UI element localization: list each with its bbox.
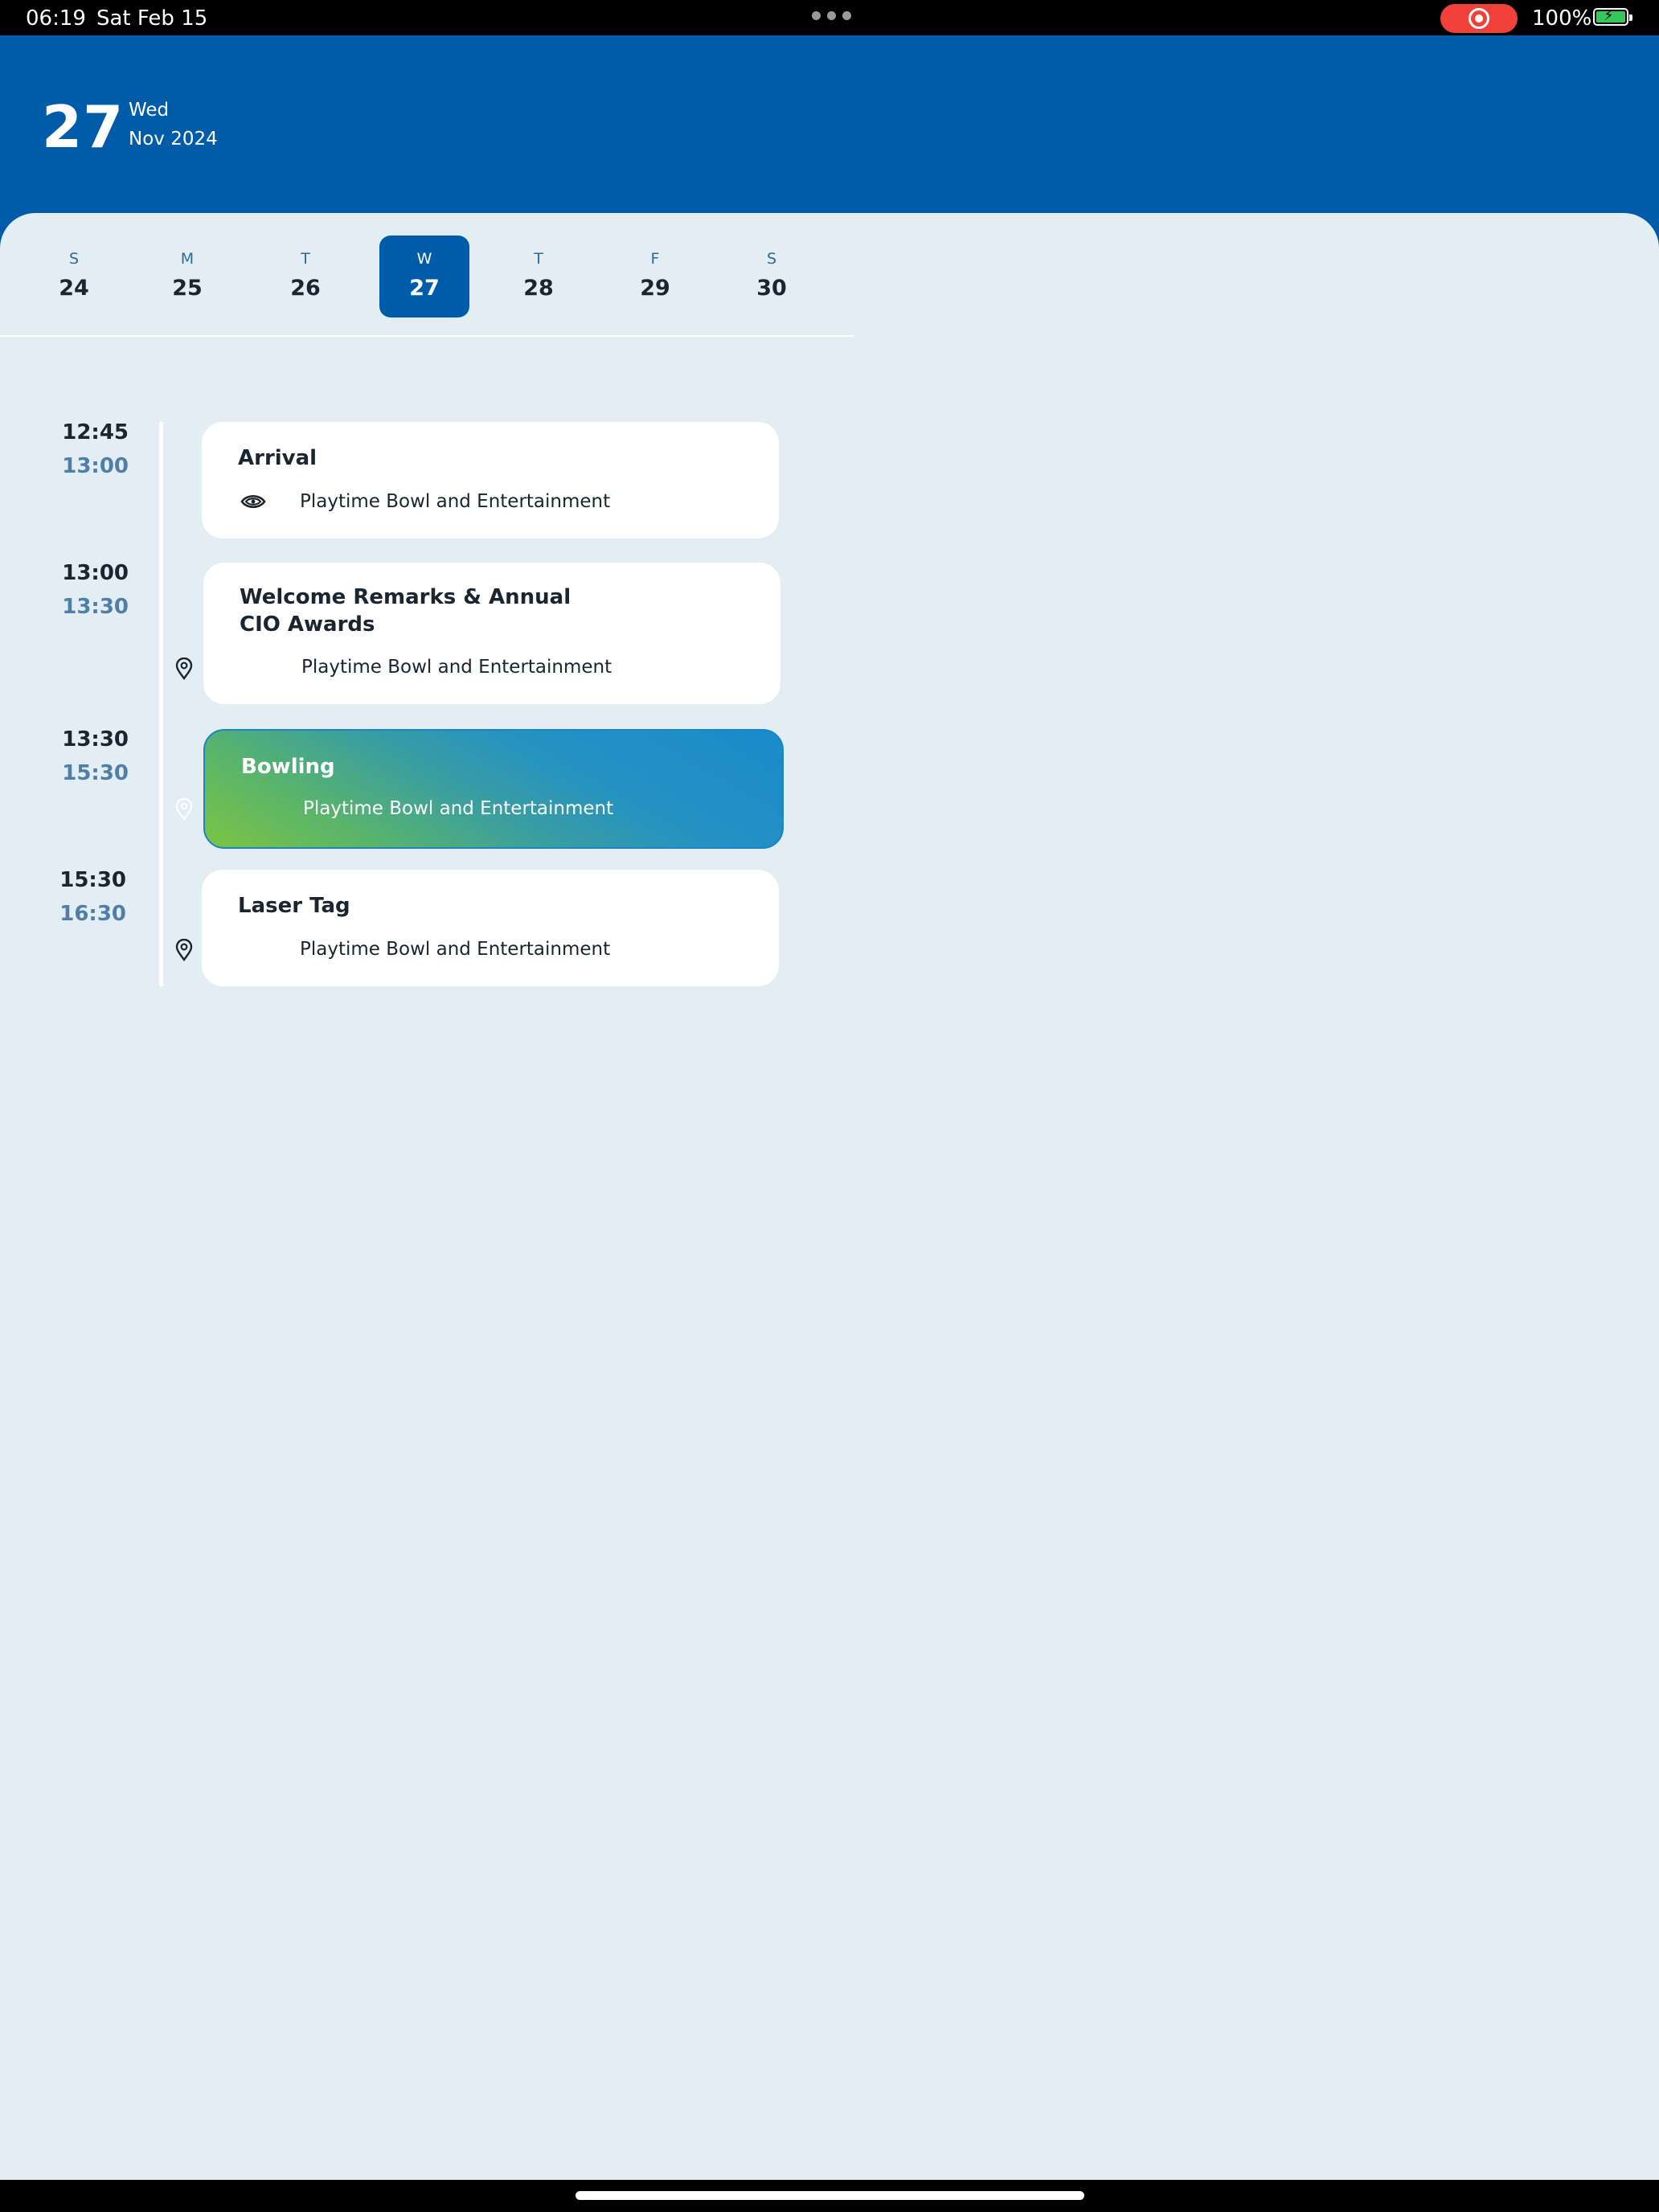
battery-icon: ⚡ bbox=[1593, 7, 1632, 26]
event-start-time: 13:30 bbox=[62, 727, 129, 752]
event-title: Welcome Remarks & Annual CIO Awards bbox=[240, 585, 571, 637]
event-title: Bowling bbox=[241, 755, 335, 779]
status-time: 06:19 bbox=[26, 6, 86, 31]
day-number: 30 bbox=[756, 276, 787, 301]
day-29[interactable]: F 29 bbox=[610, 236, 700, 317]
day-number: 24 bbox=[59, 276, 89, 301]
event-title: Laser Tag bbox=[238, 894, 350, 918]
location-pin-icon bbox=[175, 939, 193, 961]
multitasking-dots-icon[interactable] bbox=[812, 11, 851, 20]
header-month-year: Nov 2024 bbox=[129, 129, 218, 150]
day-number: 29 bbox=[640, 276, 670, 301]
day-25[interactable]: M 25 bbox=[142, 236, 232, 317]
event-end-time: 13:00 bbox=[62, 454, 129, 478]
event-end-time: 13:30 bbox=[62, 595, 129, 619]
header-day-number: 27 bbox=[42, 93, 125, 161]
day-letter: T bbox=[301, 250, 310, 268]
day-number: 25 bbox=[172, 276, 203, 301]
day-letter: T bbox=[534, 250, 543, 268]
event-title: Arrival bbox=[238, 446, 317, 470]
day-number: 26 bbox=[290, 276, 321, 301]
day-letter: W bbox=[416, 250, 432, 268]
status-date: Sat Feb 15 bbox=[96, 6, 208, 31]
home-indicator-handle[interactable] bbox=[576, 2191, 1084, 2200]
event-start-time: 13:00 bbox=[62, 561, 129, 585]
battery-percentage: 100% bbox=[1532, 6, 1592, 31]
event-location: Playtime Bowl and Entertainment bbox=[301, 657, 612, 678]
event-location: Playtime Bowl and Entertainment bbox=[300, 491, 611, 512]
event-card-arrival[interactable]: Arrival Playtime Bowl and Entertainment bbox=[202, 422, 779, 539]
home-indicator-bar bbox=[0, 2180, 1659, 2212]
day-24[interactable]: S 24 bbox=[29, 236, 119, 317]
day-27-selected[interactable]: W 27 bbox=[379, 236, 469, 317]
day-30[interactable]: S 30 bbox=[727, 236, 817, 317]
location-pin-icon bbox=[175, 798, 193, 821]
agenda-sheet: S 24 M 25 T 26 W 27 T 28 F 29 S 30 12:45… bbox=[0, 213, 1659, 2180]
timeline-line bbox=[159, 422, 163, 986]
screen-recording-icon[interactable] bbox=[1440, 4, 1518, 33]
eye-icon bbox=[240, 494, 266, 509]
location-pin-icon bbox=[175, 657, 193, 680]
day-letter: M bbox=[180, 250, 195, 268]
event-end-time: 16:30 bbox=[59, 902, 126, 926]
status-bar: 06:19 Sat Feb 15 100% ⚡ bbox=[0, 0, 1659, 35]
day-26[interactable]: T 26 bbox=[260, 236, 350, 317]
day-letter: S bbox=[68, 250, 80, 268]
day-28[interactable]: T 28 bbox=[494, 236, 584, 317]
day-letter: S bbox=[766, 250, 777, 268]
event-card-bowling[interactable]: Bowling Playtime Bowl and Entertainment bbox=[203, 729, 784, 849]
day-letter: F bbox=[650, 250, 660, 268]
day-number: 27 bbox=[409, 276, 440, 301]
day-number: 28 bbox=[523, 276, 554, 301]
event-card-laser-tag[interactable]: Laser Tag Playtime Bowl and Entertainmen… bbox=[202, 870, 779, 986]
event-location: Playtime Bowl and Entertainment bbox=[303, 798, 614, 819]
event-start-time: 12:45 bbox=[62, 420, 129, 444]
event-end-time: 15:30 bbox=[62, 761, 129, 785]
week-strip: S 24 M 25 T 26 W 27 T 28 F 29 S 30 bbox=[0, 213, 854, 337]
header-weekday: Wed bbox=[129, 100, 170, 121]
event-start-time: 15:30 bbox=[59, 868, 126, 892]
event-card-welcome-remarks[interactable]: Welcome Remarks & Annual CIO Awards Play… bbox=[203, 563, 780, 704]
event-location: Playtime Bowl and Entertainment bbox=[300, 939, 611, 960]
